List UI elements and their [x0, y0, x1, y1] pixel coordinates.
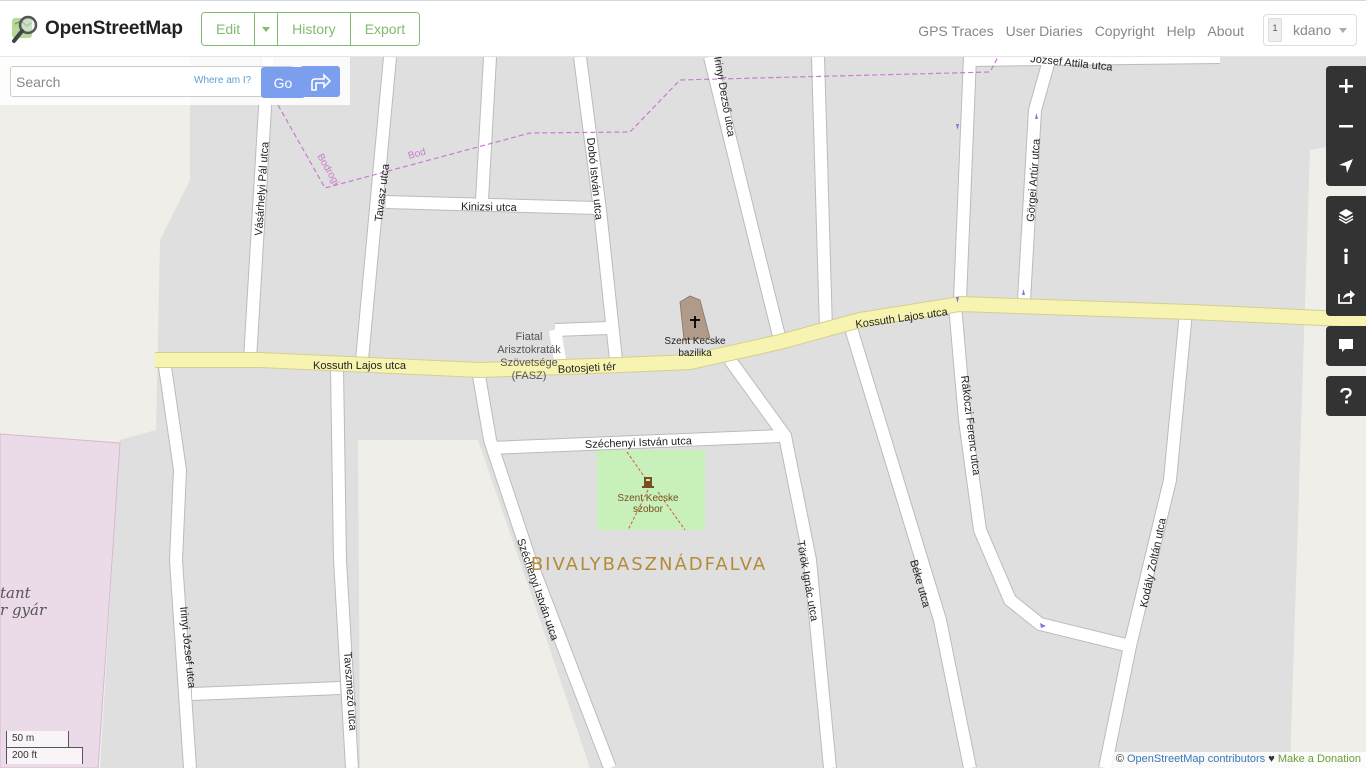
contributors-link[interactable]: OpenStreetMap contributors — [1127, 753, 1265, 765]
user-name: kdano — [1293, 22, 1332, 38]
locate-arrow-icon — [1339, 159, 1353, 173]
attribution: © OpenStreetMap contributors ♥ Make a Do… — [1110, 752, 1366, 768]
copyright-link[interactable]: Copyright — [1095, 23, 1155, 39]
scale-imperial: 200 ft — [6, 747, 83, 764]
minus-icon — [1339, 125, 1353, 128]
logo[interactable]: OpenStreetMap — [11, 14, 183, 44]
edit-dropdown-button[interactable] — [255, 13, 279, 45]
copyright-symbol: © — [1115, 753, 1124, 765]
street-label-kinizsi: Kinizsi utca — [461, 201, 518, 214]
gps-traces-link[interactable]: GPS Traces — [918, 23, 993, 39]
map-view[interactable]: Kossuth Lajos utca Botosjeti tér Kossuth… — [0, 57, 1366, 768]
zoom-controls — [1326, 66, 1366, 186]
help-link[interactable]: Help — [1167, 23, 1196, 39]
history-button[interactable]: History — [278, 13, 351, 45]
avatar: 1 — [1268, 18, 1282, 42]
chevron-down-icon — [1339, 27, 1348, 33]
user-diaries-link[interactable]: User Diaries — [1006, 23, 1083, 39]
zoom-out-button[interactable] — [1326, 106, 1366, 146]
scale-control: 50 m 200 ft — [6, 731, 83, 764]
comment-icon — [1339, 339, 1353, 352]
poi-label-org-2: Arisztokraták — [497, 344, 561, 356]
park-area — [597, 450, 705, 530]
poi-label-statue-2: szobor — [633, 504, 664, 515]
locate-button[interactable] — [1326, 146, 1366, 186]
poi-label-basilica-1: Szent Kecske — [664, 336, 726, 347]
share-button[interactable] — [1326, 276, 1366, 316]
osm-logo-icon — [12, 15, 38, 43]
heart-icon: ♥ — [1268, 753, 1275, 765]
scale-metric: 50 m — [6, 731, 69, 748]
poi-label-org-4: (FASZ) — [512, 370, 547, 382]
street-label-kossuth-west: Kossuth Lajos utca — [313, 360, 407, 372]
search-input[interactable] — [11, 67, 181, 96]
directions-icon — [311, 72, 331, 91]
directions-button[interactable] — [300, 66, 340, 97]
place-name-label: BIVALYBASZNÁDFALVA — [531, 553, 767, 575]
area-label-factory-1: tant — [0, 584, 32, 602]
map-canvas[interactable]: Kossuth Lajos utca Botosjeti tér Kossuth… — [0, 57, 1366, 768]
plus-icon — [1339, 79, 1353, 93]
logo-text: OpenStreetMap — [45, 18, 183, 39]
header: OpenStreetMap Edit History Export GPS Tr… — [0, 0, 1366, 57]
poi-label-statue-1: Szent Kecske — [617, 493, 679, 504]
info-icon — [1344, 248, 1348, 264]
poi-label-org-3: Szövetsége — [500, 357, 557, 369]
primary-nav: Edit History Export — [201, 12, 421, 46]
about-link[interactable]: About — [1207, 23, 1244, 39]
donate-link[interactable]: Make a Donation — [1278, 753, 1361, 765]
user-menu[interactable]: 1 kdano — [1263, 14, 1357, 46]
map-tool-controls — [1326, 196, 1366, 316]
go-button[interactable]: Go — [261, 67, 305, 98]
chevron-down-icon — [262, 26, 271, 32]
secondary-nav: GPS Traces User Diaries Copyright Help A… — [906, 23, 1244, 39]
help-control — [1326, 376, 1366, 416]
map-key-button[interactable] — [1326, 236, 1366, 276]
layers-icon — [1338, 209, 1354, 224]
note-control — [1326, 326, 1366, 366]
zoom-in-button[interactable] — [1326, 66, 1366, 106]
search-box: Where am I? Go — [10, 66, 305, 98]
layers-button[interactable] — [1326, 196, 1366, 236]
poi-label-basilica-2: bazilika — [678, 348, 712, 359]
area-label-factory-2: r gyár — [0, 601, 47, 619]
query-features-button[interactable] — [1326, 376, 1366, 416]
where-am-i-link[interactable]: Where am I? — [194, 75, 251, 86]
edit-button[interactable]: Edit — [202, 13, 256, 45]
land-area — [0, 57, 1366, 768]
export-button[interactable]: Export — [350, 13, 420, 45]
search-panel: Where am I? Go — [0, 57, 350, 105]
add-note-button[interactable] — [1326, 326, 1366, 366]
poi-label-org-1: Fiatal — [516, 331, 543, 343]
question-icon — [1340, 388, 1352, 404]
share-icon — [1338, 290, 1355, 304]
